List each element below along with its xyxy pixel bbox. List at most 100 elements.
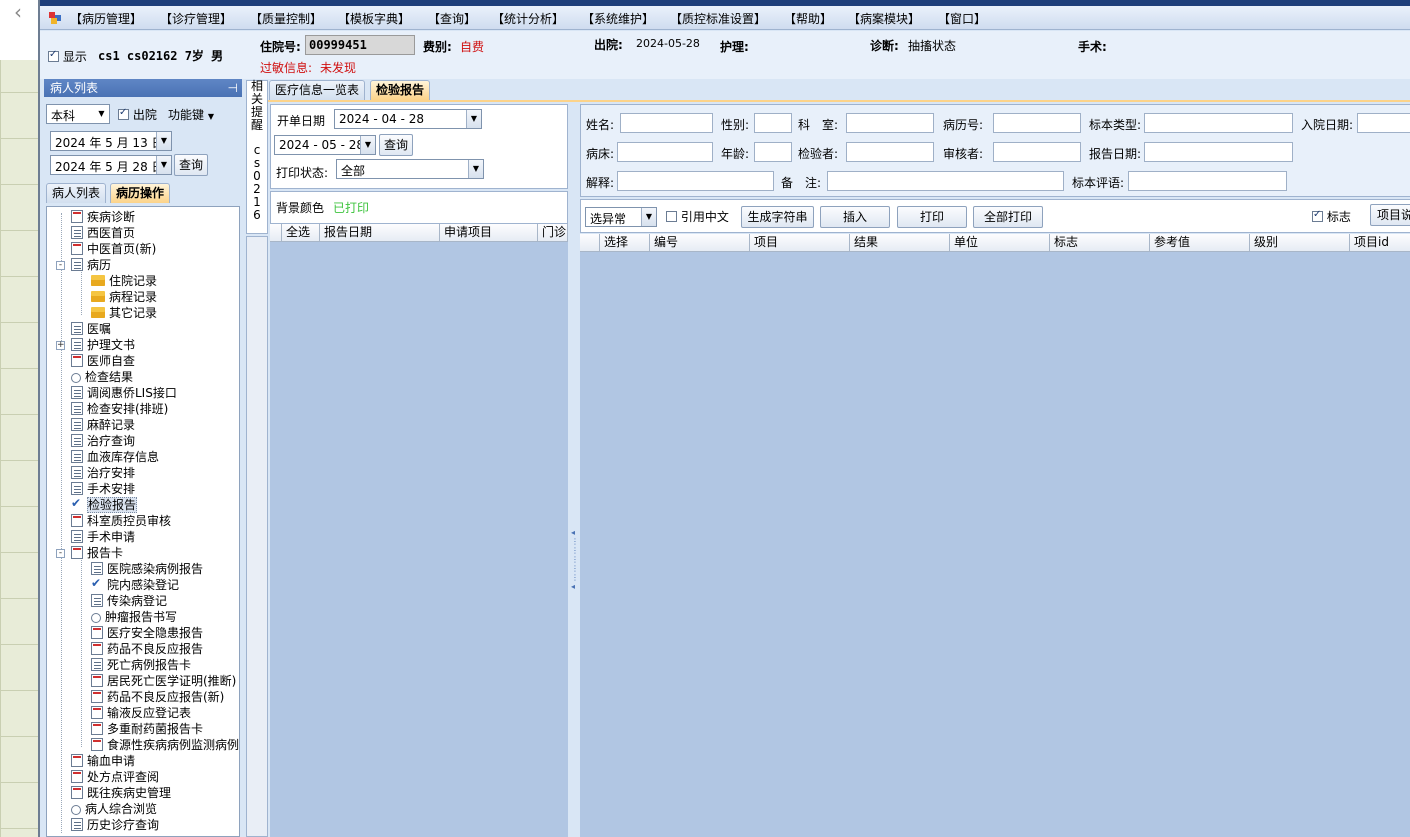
dept-field[interactable] (846, 113, 934, 133)
splitter[interactable] (568, 104, 578, 837)
menu-item-quality-control[interactable]: 【质量控制】 (250, 10, 322, 27)
admission-date-field[interactable] (1357, 113, 1410, 133)
select-all-column[interactable]: 全选 (282, 224, 320, 242)
generate-string-button[interactable]: 生成字符串 (741, 206, 814, 228)
tree-item-exam-schedule[interactable]: 检查安排(排班) (71, 401, 168, 417)
menu-item-record-mgmt[interactable]: 【病历管理】 (70, 10, 142, 27)
unit-column[interactable]: 单位 (950, 234, 1050, 252)
menu-item-system-maintenance[interactable]: 【系统维护】 (582, 10, 654, 27)
dept-select[interactable]: 本科 ▼ (46, 104, 110, 124)
select-column[interactable]: 选择 (600, 234, 650, 252)
tree-item-infectious-disease-register[interactable]: 传染病登记 (91, 593, 167, 609)
print-button[interactable]: 打印 (897, 206, 967, 228)
tree-item-physician-self-check[interactable]: 医师自查 (71, 353, 135, 369)
tree-item-foodborne-disease-monitoring[interactable]: 食源性疾病病例监测病例 (91, 737, 239, 753)
item-id-column[interactable]: 项目id (1350, 234, 1410, 252)
start-date-picker[interactable]: 2024 - 04 - 28 ▼ (334, 109, 482, 129)
filter-abnormal-select[interactable]: 选异常 ▼ (585, 207, 657, 227)
tree-item-history-query[interactable]: 历史诊疗查询 (71, 817, 159, 833)
tab-lab-report[interactable]: 检验报告 (370, 80, 431, 100)
tree-item-tcm-front-page[interactable]: 中医首页(新) (71, 241, 156, 257)
tree-item-other-record[interactable]: 其它记录 (91, 305, 157, 321)
end-date-picker[interactable]: 2024 - 05 - 28 ▼ (274, 135, 376, 155)
remark-field[interactable] (827, 171, 1064, 191)
tree-item-surgery-request[interactable]: 手术申请 (71, 529, 135, 545)
admission-no-field[interactable]: 00999451 (305, 35, 415, 55)
tree-item-admission-record[interactable]: 住院记录 (91, 273, 157, 289)
specimen-comment-field[interactable] (1128, 171, 1287, 191)
level-column[interactable]: 级别 (1250, 234, 1350, 252)
reviewer-field[interactable] (993, 142, 1081, 162)
tree-item-nursing-docs[interactable]: 护理文书 (71, 337, 135, 353)
tree-item-progress-note[interactable]: 病程记录 (91, 289, 157, 305)
tree-item-mdro-report-card[interactable]: 多重耐药菌报告卡 (91, 721, 203, 737)
tree-item-lis-interface[interactable]: 调阅惠侨LIS接口 (71, 385, 177, 401)
tree-item-report-card[interactable]: 报告卡 (71, 545, 123, 561)
tree-item-safety-hazard-report[interactable]: 医疗安全隐患报告 (91, 625, 203, 641)
tree-item-hospital-infection-report[interactable]: 医院感染病例报告 (91, 561, 203, 577)
result-column[interactable]: 结果 (850, 234, 950, 252)
results-grid[interactable] (580, 234, 1410, 837)
menu-item-case-module[interactable]: 【病案模块】 (848, 10, 920, 27)
bed-field[interactable] (617, 142, 713, 162)
print-status-select[interactable]: 全部 ▼ (336, 159, 484, 179)
print-all-button[interactable]: 全部打印 (973, 206, 1043, 228)
tab-record-operations[interactable]: 病历操作 (110, 183, 171, 203)
request-item-column[interactable]: 申请项目 (440, 224, 538, 242)
tree-item-anesthesia-record[interactable]: 麻醉记录 (71, 417, 135, 433)
tree-item-medical-order[interactable]: 医嘱 (71, 321, 111, 337)
left-query-button[interactable]: 查询 (174, 154, 208, 176)
tree-item-dept-qc-review[interactable]: 科室质控员审核 (71, 513, 171, 529)
age-field[interactable] (754, 142, 792, 162)
explanation-field[interactable] (617, 171, 774, 191)
tree-item-infusion-reaction-register[interactable]: 输液反应登记表 (91, 705, 191, 721)
report-date-field[interactable] (1144, 142, 1293, 162)
discharged-checkbox[interactable]: 出院 (118, 106, 157, 123)
tree-item-prescription-review[interactable]: 处方点评查阅 (71, 769, 159, 785)
specimen-type-field[interactable] (1144, 113, 1293, 133)
collapse-icon[interactable]: - (56, 261, 65, 270)
function-key-menu[interactable]: 功能键 ▼ (168, 106, 214, 123)
reference-value-column[interactable]: 参考值 (1150, 234, 1250, 252)
tree-item-past-history-mgmt[interactable]: 既往疾病史管理 (71, 785, 171, 801)
tree-item-patient-overview[interactable]: 病人综合浏览 (71, 801, 157, 817)
flag-checkbox[interactable]: 标志 (1312, 208, 1351, 225)
expand-icon[interactable]: + (56, 341, 65, 350)
filter-query-button[interactable]: 查询 (379, 134, 413, 156)
tree-item-exam-results[interactable]: 检查结果 (71, 369, 133, 385)
tree-item-western-front-page[interactable]: 西医首页 (71, 225, 135, 241)
tree-item-adverse-drug-report-new[interactable]: 药品不良反应报告(新) (91, 689, 224, 705)
report-date-column[interactable]: 报告日期 (320, 224, 440, 242)
back-arrow-icon[interactable]: ‹ (14, 0, 22, 24)
tree-item-treatment-query[interactable]: 治疗查询 (71, 433, 135, 449)
menu-item-query[interactable]: 【查询】 (428, 10, 476, 27)
tab-medical-info-overview[interactable]: 医疗信息一览表 (269, 80, 366, 100)
tree-item-tumor-report[interactable]: 肿瘤报告书写 (91, 609, 177, 625)
insert-button[interactable]: 插入 (820, 206, 890, 228)
tree-item-nosocomial-infection-register[interactable]: 院内感染登记 (91, 577, 179, 593)
item-column[interactable]: 项目 (750, 234, 850, 252)
tree-item-adverse-drug-report[interactable]: 药品不良反应报告 (91, 641, 203, 657)
flag-column[interactable]: 标志 (1050, 234, 1150, 252)
menu-item-statistics[interactable]: 【统计分析】 (492, 10, 564, 27)
tree-item-death-certificate[interactable]: 居民死亡医学证明(推断) (91, 673, 236, 689)
code-column[interactable]: 编号 (650, 234, 750, 252)
tree-item-death-case-card[interactable]: 死亡病例报告卡 (91, 657, 191, 673)
show-patient-checkbox[interactable]: 显示 (48, 48, 87, 65)
tree-item-treatment-schedule[interactable]: 治疗安排 (71, 465, 135, 481)
tab-patient-list[interactable]: 病人列表 (46, 183, 107, 203)
menu-item-help[interactable]: 【帮助】 (784, 10, 832, 27)
cite-chinese-checkbox[interactable]: 引用中文 (666, 208, 729, 225)
menu-item-template-dict[interactable]: 【模板字典】 (338, 10, 410, 27)
menu-item-diagnosis-mgmt[interactable]: 【诊疗管理】 (160, 10, 232, 27)
tree-item-medical-record[interactable]: 病历 (71, 257, 111, 273)
gender-field[interactable] (754, 113, 792, 133)
date-from-picker[interactable]: 2024 年 5 月 13 日 ▼ (50, 131, 172, 151)
tester-field[interactable] (846, 142, 934, 162)
item-description-button[interactable]: 项目说 (1370, 204, 1410, 226)
tree-item-blood-stock[interactable]: 血液库存信息 (71, 449, 159, 465)
tree-item-disease-diagnosis[interactable]: 疾病诊断 (71, 209, 135, 225)
menu-item-qc-standard[interactable]: 【质控标准设置】 (670, 10, 766, 27)
tree-item-lab-report[interactable]: 检验报告 (71, 497, 138, 513)
tree-item-surgery-schedule[interactable]: 手术安排 (71, 481, 135, 497)
